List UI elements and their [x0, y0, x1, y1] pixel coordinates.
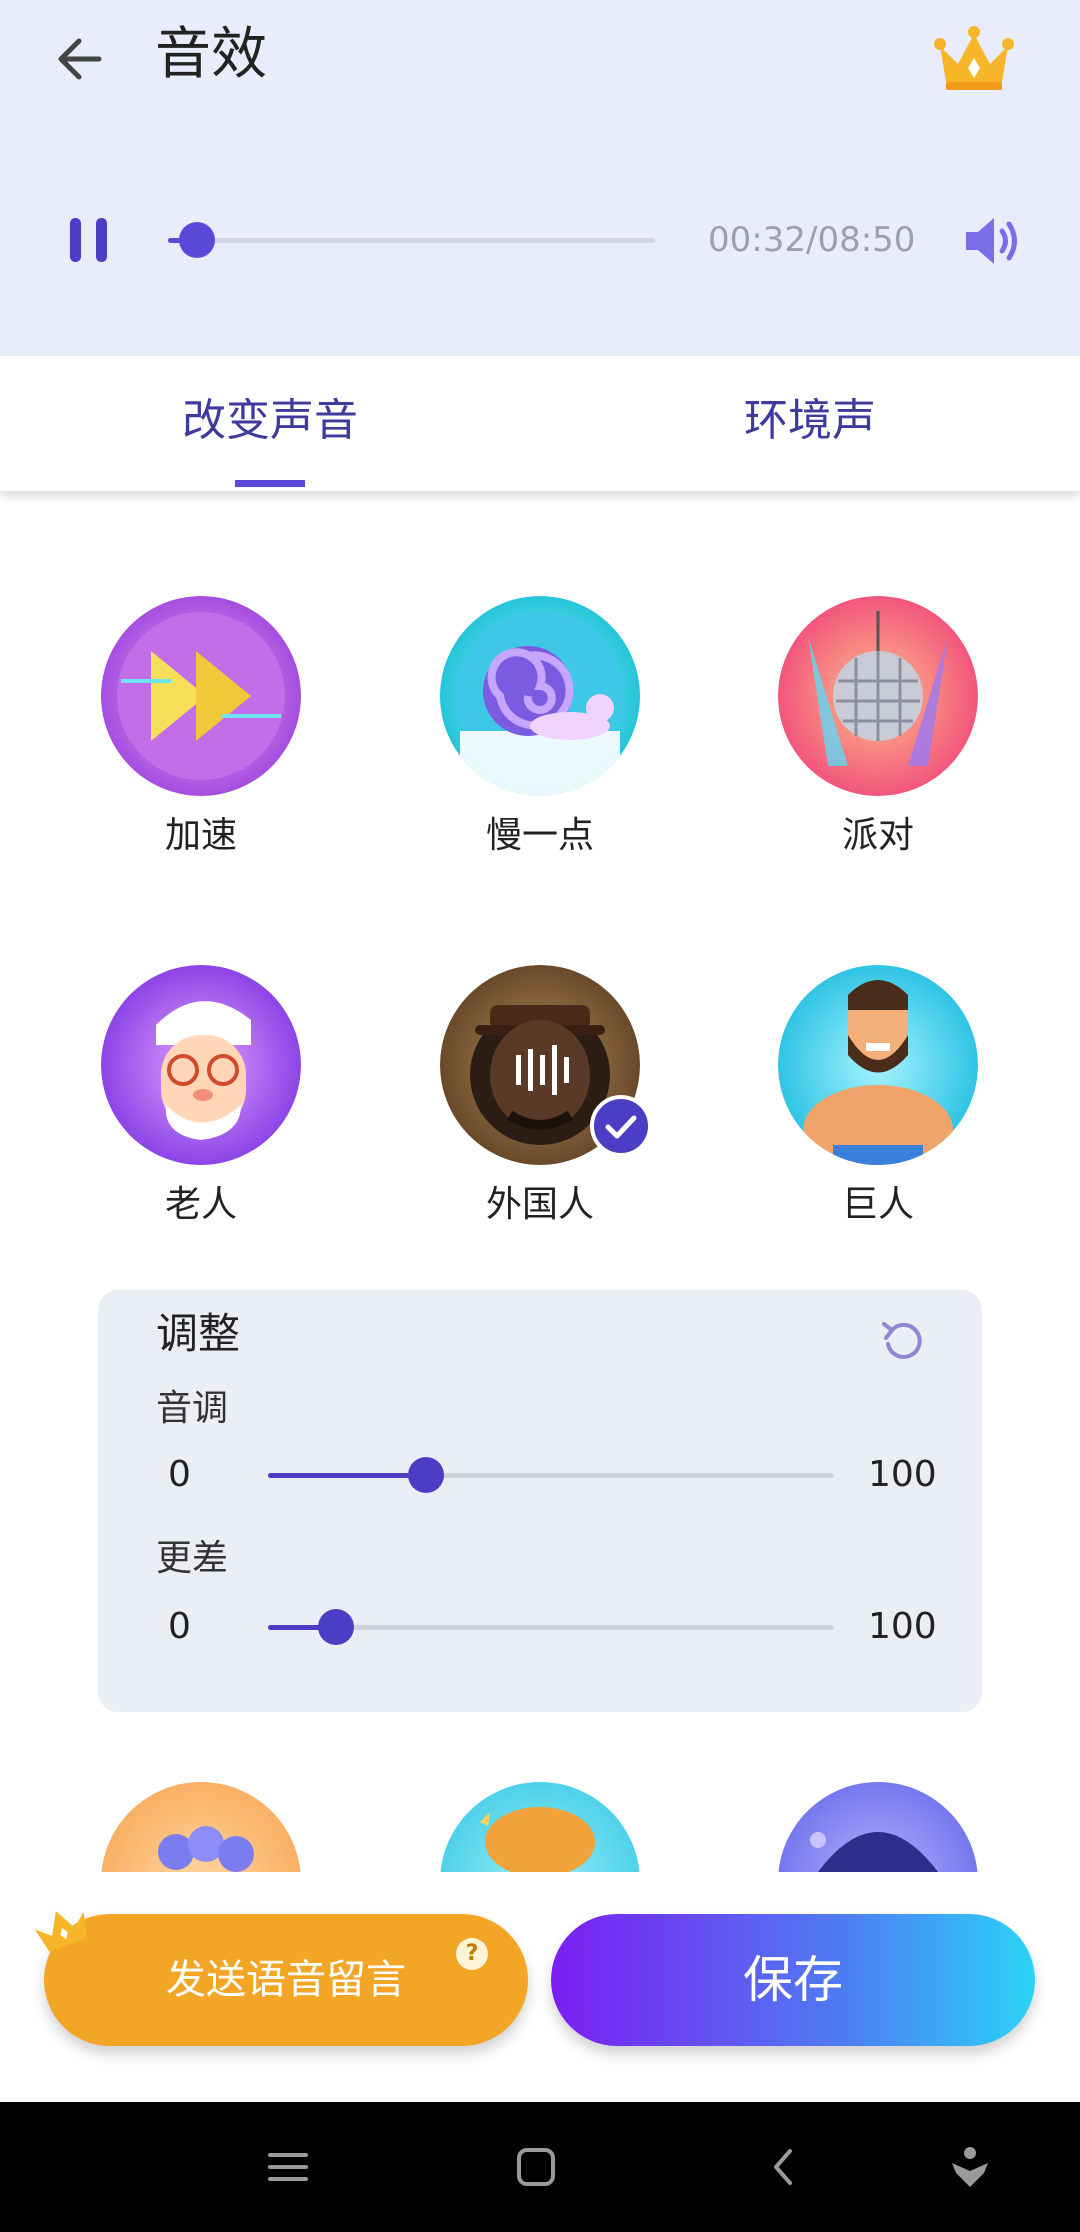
old-man-icon: [101, 965, 301, 1165]
premium-button[interactable]: [932, 24, 1016, 94]
panel-title: 调整: [156, 1309, 241, 1358]
effect-speed-up[interactable]: 加速: [81, 596, 321, 866]
system-back-button[interactable]: [754, 2137, 814, 2197]
second-slider-thumb[interactable]: [317, 1609, 354, 1645]
pitch-min: 0: [168, 1454, 191, 1495]
effect-label: 巨人: [841, 1184, 914, 1225]
second-slider-max: 100: [868, 1606, 937, 1647]
pitch-label: 音调: [156, 1388, 229, 1429]
snail-icon: [440, 596, 640, 796]
send-voice-message-button[interactable]: 发送语音留言 ?: [44, 1914, 528, 2046]
active-tab-indicator: [235, 480, 305, 487]
effect-partial-2[interactable]: [440, 1782, 640, 1872]
effect-giant[interactable]: 巨人: [758, 965, 998, 1235]
reset-button[interactable]: [878, 1316, 928, 1366]
effect-label: 老人: [164, 1184, 237, 1225]
system-nav-bar: [0, 2102, 1080, 2232]
effect-partial-1[interactable]: [101, 1782, 301, 1872]
second-slider-label: 更差: [156, 1538, 229, 1579]
effect-label: 派对: [841, 815, 914, 856]
accessibility-icon: [952, 2147, 988, 2187]
crown-icon: [934, 26, 1014, 90]
volume-button[interactable]: [962, 214, 1024, 268]
arrow-left-icon: [58, 38, 102, 80]
bubbles-icon: [101, 1782, 301, 1872]
audio-player: 00:32/08:50: [0, 200, 1080, 280]
reset-icon: [882, 1322, 922, 1359]
effect-foreigner[interactable]: 外国人: [420, 965, 660, 1235]
effect-party[interactable]: 派对: [758, 596, 998, 866]
tab-bar: 改变声音 环境声: [0, 356, 1080, 491]
back-button[interactable]: [44, 24, 114, 94]
crown-icon: [30, 1902, 94, 1954]
playback-time: 00:32/08:50: [708, 220, 916, 260]
save-button[interactable]: 保存: [551, 1914, 1035, 2046]
pitch-fill: [268, 1473, 427, 1478]
volume-icon: [966, 218, 1017, 264]
send-voice-message-label: 发送语音留言: [166, 1957, 406, 2003]
effect-label: 外国人: [485, 1184, 594, 1225]
second-slider[interactable]: [268, 1609, 834, 1645]
playback-slider[interactable]: [168, 222, 655, 258]
tab-change-voice[interactable]: 改变声音: [90, 386, 450, 456]
adjust-panel: 调整 音调 0 100 更差 0 100: [98, 1290, 982, 1712]
fast-forward-icon: [101, 596, 301, 796]
girl-icon: [778, 1782, 978, 1872]
pitch-max: 100: [868, 1454, 937, 1495]
home-icon: [517, 2148, 555, 2186]
effect-partial-3[interactable]: [778, 1782, 978, 1872]
home-button[interactable]: [506, 2137, 566, 2197]
menu-button[interactable]: [258, 2137, 318, 2197]
playback-thumb[interactable]: [179, 222, 216, 258]
selected-check-badge: [590, 1095, 652, 1157]
pitch-slider[interactable]: [268, 1457, 834, 1493]
pitch-thumb[interactable]: [408, 1457, 445, 1493]
planet-icon: [440, 1782, 640, 1872]
second-slider-min: 0: [168, 1606, 191, 1647]
effect-slow-down[interactable]: 慢一点: [420, 596, 660, 866]
effect-label: 加速: [164, 815, 237, 856]
check-icon: [605, 1115, 637, 1139]
effect-label: 慢一点: [485, 815, 594, 856]
menu-icon: [268, 2153, 308, 2181]
effect-old-man[interactable]: 老人: [81, 965, 321, 1235]
header: 音效 00:32/08:50: [0, 0, 1080, 356]
accessibility-button[interactable]: [940, 2137, 1000, 2197]
save-label: 保存: [743, 1951, 843, 2009]
page-title: 音效: [155, 22, 267, 87]
tab-ambient-sound[interactable]: 环境声: [630, 386, 990, 456]
pause-icon: [70, 218, 107, 262]
pause-button[interactable]: [66, 216, 112, 264]
disco-ball-icon: [778, 596, 978, 796]
help-icon[interactable]: ?: [456, 1938, 488, 1970]
back-icon: [774, 2149, 792, 2185]
giant-icon: [778, 965, 978, 1165]
